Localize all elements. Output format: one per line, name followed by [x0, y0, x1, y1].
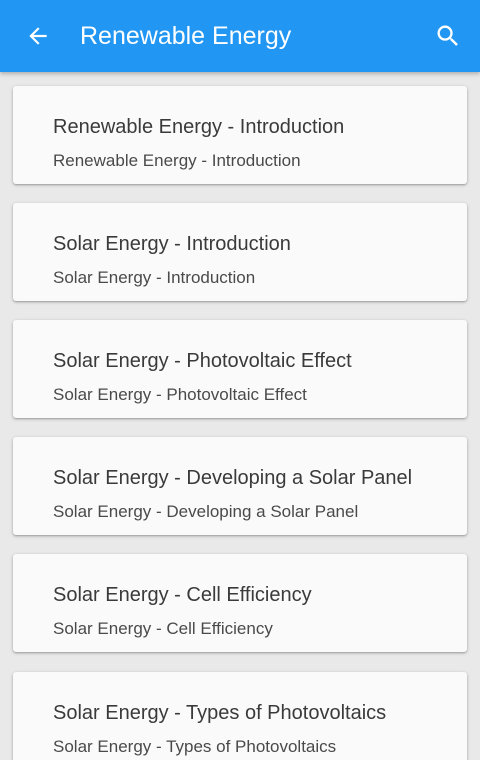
app-screen: Renewable Energy Renewable Energy - Intr…: [0, 0, 480, 760]
topic-list: Renewable Energy - Introduction Renewabl…: [0, 72, 480, 760]
list-item-subtitle: Solar Energy - Types of Photovoltaics: [53, 737, 337, 756]
list-item-subtitle: Solar Energy - Introduction: [53, 268, 256, 287]
list-item[interactable]: Solar Energy - Developing a Solar Panel …: [13, 437, 467, 535]
list-item-title: Solar Energy - Developing a Solar Panel: [53, 467, 413, 489]
page-title: Renewable Energy: [80, 22, 292, 50]
list-item[interactable]: Solar Energy - Types of Photovoltaics So…: [13, 672, 467, 760]
list-item-subtitle: Solar Energy - Photovoltaic Effect: [53, 385, 307, 404]
back-button[interactable]: [16, 14, 60, 58]
list-item-subtitle: Solar Energy - Developing a Solar Panel: [53, 502, 359, 521]
search-button[interactable]: [426, 14, 470, 58]
app-bar: Renewable Energy: [0, 0, 480, 72]
list-item-title: Renewable Energy - Introduction: [53, 116, 345, 138]
list-item-subtitle: Solar Energy - Cell Efficiency: [53, 619, 273, 638]
arrow-left-icon: [29, 27, 47, 45]
search-icon: [437, 25, 458, 46]
list-item-title: Solar Energy - Photovoltaic Effect: [53, 350, 352, 372]
list-item-title: Solar Energy - Introduction: [53, 233, 291, 255]
list-item-title: Solar Energy - Types of Photovoltaics: [53, 702, 387, 724]
list-item-subtitle: Renewable Energy - Introduction: [53, 151, 301, 170]
list-item[interactable]: Renewable Energy - Introduction Renewabl…: [13, 86, 467, 184]
list-item[interactable]: Solar Energy - Cell Efficiency Solar Ene…: [13, 554, 467, 652]
list-item[interactable]: Solar Energy - Introduction Solar Energy…: [13, 203, 467, 301]
list-item-title: Solar Energy - Cell Efficiency: [53, 584, 312, 606]
list-item[interactable]: Solar Energy - Photovoltaic Effect Solar…: [13, 320, 467, 418]
